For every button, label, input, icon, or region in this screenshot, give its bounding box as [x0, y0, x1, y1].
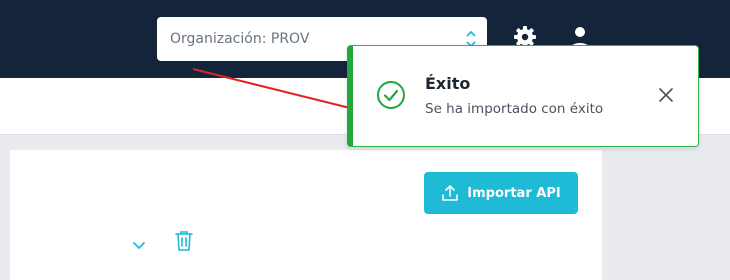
- toast-title: Éxito: [425, 74, 471, 93]
- import-api-label: Importar API: [467, 185, 561, 201]
- success-toast: Éxito Se ha importado con éxito: [347, 45, 699, 147]
- check-circle-icon: [377, 81, 405, 109]
- close-icon[interactable]: [657, 86, 675, 104]
- trash-icon[interactable]: [175, 230, 193, 252]
- import-api-button[interactable]: Importar API: [424, 172, 578, 214]
- upload-icon: [442, 185, 459, 201]
- content-card: Importar API: [10, 150, 602, 280]
- organization-select-value: Organización: PROV: [170, 31, 310, 47]
- toast-message: Se ha importado con éxito: [425, 101, 604, 117]
- chevron-down-icon[interactable]: [132, 238, 146, 252]
